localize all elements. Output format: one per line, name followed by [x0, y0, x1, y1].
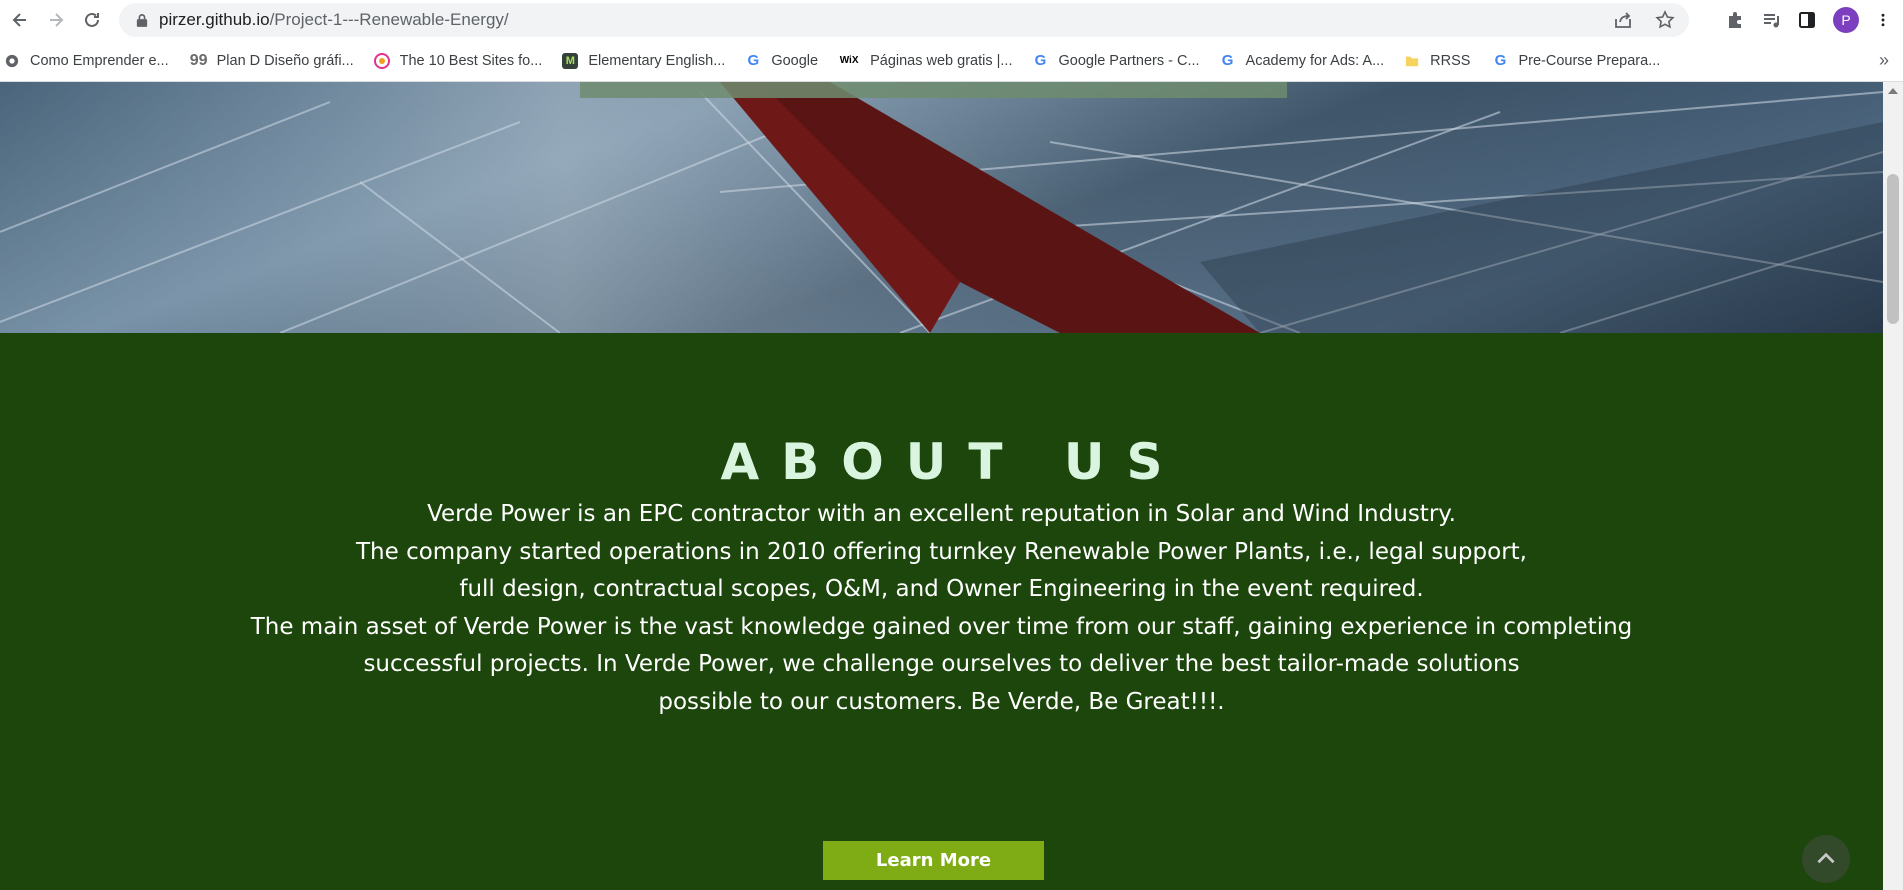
bookmark-label: Elementary English...	[588, 52, 726, 69]
about-line: The company started operations in 2010 o…	[355, 538, 1527, 565]
bookmark-label: Plan D Diseño gráfi...	[216, 52, 354, 69]
bookmark-label: The 10 Best Sites fo...	[399, 52, 543, 69]
about-line: Verde Power is an EPC contractor with an…	[427, 501, 1456, 527]
scrollbar-thumb[interactable]	[1887, 174, 1899, 324]
hero-overlay-bar	[580, 82, 1287, 98]
about-line: successful projects. In Verde Power, we …	[363, 651, 1520, 678]
bookmarks-overflow-button[interactable]: »	[1879, 50, 1889, 71]
site-icon	[373, 52, 390, 69]
wix-icon: WiX	[839, 55, 859, 66]
quote-icon: 99	[189, 51, 208, 69]
scroll-to-top-button[interactable]	[1802, 835, 1850, 883]
side-panel-icon[interactable]	[1797, 10, 1817, 30]
bookmark-item[interactable]: Como Emprender e...	[4, 53, 169, 69]
google-icon: G	[747, 52, 760, 69]
bookmark-label: Páginas web gratis |...	[870, 52, 1013, 69]
m-icon: M	[562, 52, 579, 69]
profile-avatar[interactable]: P	[1833, 7, 1859, 33]
about-line: The main asset of Verde Power is the vas…	[250, 613, 1633, 640]
google-icon: G	[1034, 52, 1047, 69]
bookmark-item[interactable]: G Pre-Course Prepara...	[1492, 52, 1661, 69]
bookmark-label: Google Partners - C...	[1058, 52, 1200, 69]
learn-more-button[interactable]: Learn More	[823, 841, 1044, 880]
bookmark-label: Academy for Ads: A...	[1245, 52, 1385, 69]
bookmark-item[interactable]: RRSS	[1404, 53, 1470, 69]
bookmarks-bar: Como Emprender e... 99 Plan D Diseño grá…	[0, 40, 1903, 82]
forward-arrow-icon	[50, 13, 64, 27]
media-queue-icon[interactable]	[1761, 10, 1781, 30]
forward-button[interactable]	[38, 2, 74, 38]
back-arrow-icon	[12, 13, 26, 27]
folder-icon	[1404, 53, 1420, 69]
bookmark-label: Como Emprender e...	[30, 52, 169, 69]
browser-toolbar: pirzer.github.io/Project-1---Renewable-E…	[0, 0, 1903, 40]
bookmark-label: Pre-Course Prepara...	[1518, 52, 1661, 69]
about-us-section: ABOUT US Verde Power is an EPC contracto…	[0, 333, 1883, 890]
url-path: /Project-1---Renewable-Energy/	[269, 10, 509, 29]
back-button[interactable]	[2, 2, 38, 38]
menu-kebab-icon[interactable]	[1875, 10, 1891, 30]
bookmark-item[interactable]: WiX Páginas web gratis |...	[838, 52, 1013, 69]
bookmark-item[interactable]: G Google Partners - C...	[1033, 52, 1200, 69]
share-icon[interactable]	[1613, 10, 1633, 30]
extensions-puzzle-icon[interactable]	[1725, 10, 1745, 30]
google-icon: G	[1494, 52, 1507, 69]
about-us-title: ABOUT US	[720, 433, 1185, 491]
bookmark-item[interactable]: The 10 Best Sites fo...	[373, 52, 543, 69]
bookmark-item[interactable]: G Google	[745, 52, 819, 69]
bookmark-item[interactable]: M Elementary English...	[562, 52, 726, 69]
lock-icon	[135, 12, 149, 28]
solar-panel-hero-image	[0, 82, 1883, 333]
url-host: pirzer.github.io	[159, 10, 270, 29]
star-icon[interactable]	[1655, 10, 1675, 30]
page-viewport: ABOUT US Verde Power is an EPC contracto…	[0, 82, 1883, 890]
scroll-up-arrow-icon[interactable]	[1888, 88, 1898, 94]
about-line: full design, contractual scopes, O&M, an…	[459, 576, 1424, 603]
about-line: possible to our customers. Be Verde, Be …	[658, 688, 1225, 715]
bookmark-label: RRSS	[1430, 52, 1471, 69]
google-icon: G	[1221, 52, 1234, 69]
bookmark-item[interactable]: G Academy for Ads: A...	[1220, 52, 1385, 69]
address-bar[interactable]: pirzer.github.io/Project-1---Renewable-E…	[119, 3, 1689, 37]
page-scrollbar[interactable]	[1883, 82, 1903, 890]
reload-icon	[85, 12, 99, 27]
chevron-up-icon	[1817, 852, 1835, 864]
reload-button[interactable]	[74, 2, 110, 38]
bookmark-item[interactable]: 99 Plan D Diseño gráfi...	[189, 51, 354, 69]
globe-icon	[4, 53, 20, 69]
about-us-description: Verde Power is an EPC contractor with an…	[180, 496, 1703, 722]
bookmark-label: Google	[771, 52, 819, 69]
